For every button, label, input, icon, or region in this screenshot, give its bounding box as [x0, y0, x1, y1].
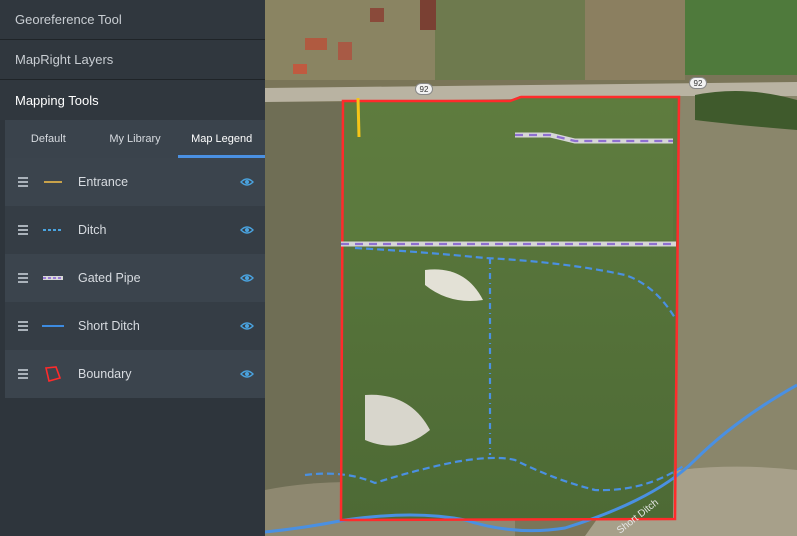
building — [420, 0, 436, 30]
entrance-line — [356, 97, 361, 138]
drag-handle-icon[interactable] — [18, 321, 28, 331]
solid-line-icon — [42, 316, 64, 336]
drag-handle-icon[interactable] — [18, 225, 28, 235]
section-georeference-tool[interactable]: Georeference Tool — [0, 0, 265, 40]
legend-label: Ditch — [78, 223, 107, 237]
building — [338, 42, 352, 60]
legend-label: Entrance — [78, 175, 129, 189]
building — [305, 38, 327, 50]
drag-handle-icon[interactable] — [18, 369, 28, 379]
tab-label: My Library — [109, 133, 161, 145]
eye-icon[interactable] — [239, 366, 255, 382]
tab-default[interactable]: Default — [5, 120, 92, 158]
satellite-imagery: Short Ditch — [265, 0, 797, 536]
legend-label: Boundary — [78, 367, 132, 381]
section-label: Georeference Tool — [15, 12, 122, 27]
legend-item-boundary[interactable]: Boundary — [5, 350, 265, 398]
section-label: MapRight Layers — [15, 52, 114, 67]
road-shield-label: 92 — [419, 84, 429, 94]
sidebar: Georeference Tool MapRight Layers Mappin… — [0, 0, 265, 536]
eye-icon[interactable] — [239, 222, 255, 238]
legend-list: Entrance Ditch Gated Pipe Short Ditch Bo… — [5, 158, 265, 398]
building — [370, 8, 384, 22]
section-label: Mapping Tools — [15, 92, 99, 108]
mapping-tools-tabs: Default My Library Map Legend — [5, 120, 265, 158]
eye-icon[interactable] — [239, 174, 255, 190]
legend-item-short-ditch[interactable]: Short Ditch — [5, 302, 265, 350]
tab-map-legend[interactable]: Map Legend — [178, 120, 265, 158]
eye-icon[interactable] — [239, 270, 255, 286]
road-shield-label: 92 — [693, 78, 703, 88]
legend-label: Gated Pipe — [78, 271, 141, 285]
legend-item-gated-pipe[interactable]: Gated Pipe — [5, 254, 265, 302]
section-mapping-tools[interactable]: Mapping Tools — [0, 80, 265, 120]
legend-item-entrance[interactable]: Entrance — [5, 158, 265, 206]
eye-icon[interactable] — [239, 318, 255, 334]
solid-line-icon — [42, 172, 64, 192]
legend-label: Short Ditch — [78, 319, 140, 333]
dashed-line-icon — [42, 220, 64, 240]
road-shield-92: 92 — [689, 77, 707, 89]
gated-pipe-icon — [42, 268, 64, 288]
polygon-icon — [42, 364, 64, 384]
tab-my-library[interactable]: My Library — [92, 120, 179, 158]
building — [293, 64, 307, 74]
legend-item-ditch[interactable]: Ditch — [5, 206, 265, 254]
map-view[interactable]: Short Ditch 92 92 — [265, 0, 797, 536]
tab-label: Map Legend — [191, 133, 253, 145]
drag-handle-icon[interactable] — [18, 177, 28, 187]
section-mapright-layers[interactable]: MapRight Layers — [0, 40, 265, 80]
drag-handle-icon[interactable] — [18, 273, 28, 283]
road-shield-92: 92 — [415, 83, 433, 95]
tab-label: Default — [30, 133, 66, 145]
